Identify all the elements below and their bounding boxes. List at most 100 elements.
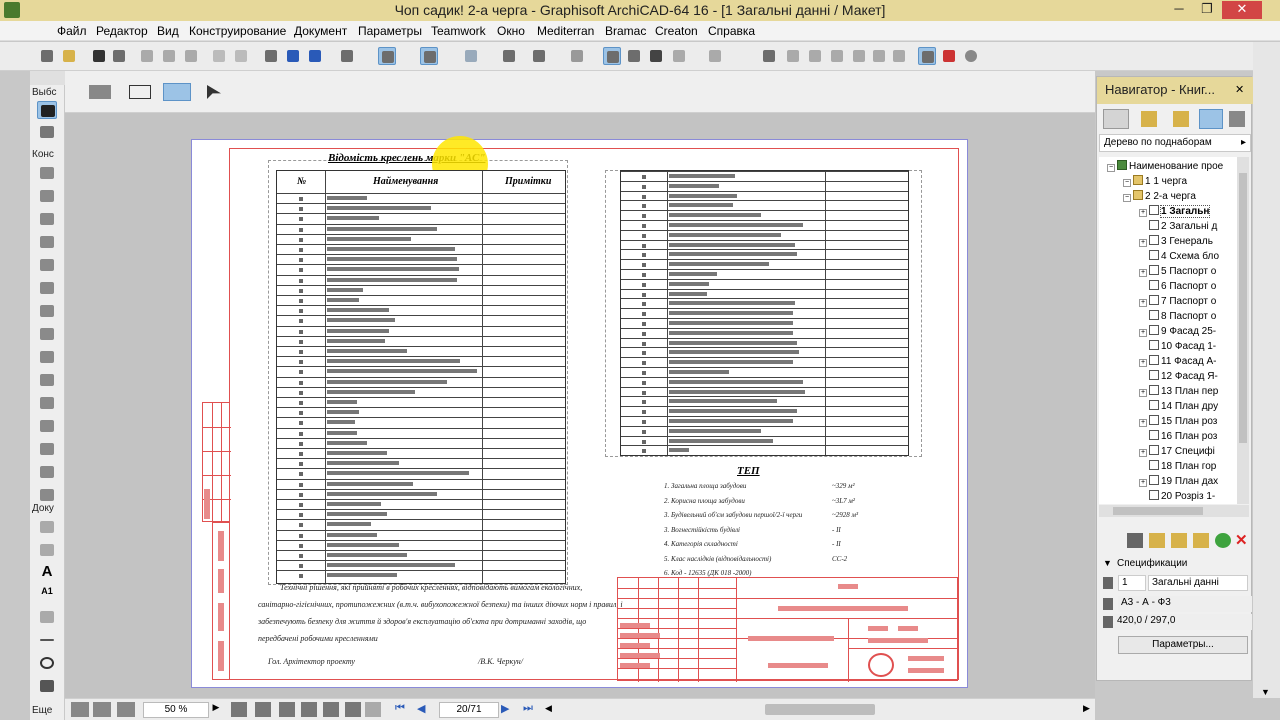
split-icon[interactable]: [706, 47, 724, 65]
expand-toggle-icon[interactable]: −: [1107, 164, 1115, 172]
intersect-icon[interactable]: [784, 47, 802, 65]
layout-item[interactable]: 14 План дру: [1099, 400, 1237, 415]
new-master-icon[interactable]: [1171, 533, 1187, 548]
expand-toggle-icon[interactable]: −: [1123, 194, 1131, 202]
layout-item[interactable]: +15 План роз: [1099, 415, 1237, 430]
table-icon[interactable]: [625, 47, 643, 65]
beam-tool-icon[interactable]: [37, 256, 57, 274]
undo-icon[interactable]: [210, 47, 228, 65]
suspend-groups-icon[interactable]: [918, 47, 936, 65]
layout-mode-icon[interactable]: [603, 47, 621, 65]
previous-page-icon[interactable]: ◀: [417, 702, 433, 717]
skylight-tool-icon[interactable]: [37, 371, 57, 389]
label-tool-icon[interactable]: A1: [37, 586, 57, 604]
scroll-down-icon[interactable]: ▼: [1261, 687, 1270, 697]
close-button[interactable]: ✕: [1222, 1, 1262, 19]
rotated-rect-method-icon[interactable]: [163, 83, 191, 101]
toolbox-more-label[interactable]: Еще: [32, 705, 52, 716]
layout-item[interactable]: +13 План пер: [1099, 385, 1237, 400]
layout-id-field[interactable]: 1: [1118, 575, 1146, 591]
door-tool-icon[interactable]: [37, 233, 57, 251]
layout-item[interactable]: +17 Специфі: [1099, 445, 1237, 460]
marquee-tool-icon[interactable]: [37, 123, 57, 141]
copy-icon[interactable]: [160, 47, 178, 65]
layout-item[interactable]: 18 План гор: [1099, 460, 1237, 475]
layout-book-icon[interactable]: [1173, 111, 1189, 127]
delete-item-icon[interactable]: ✕: [1235, 531, 1251, 549]
specifications-collapse-icon[interactable]: ▼: [1103, 558, 1112, 568]
layout-item[interactable]: 6 Паспорт о: [1099, 280, 1237, 295]
new-file-icon[interactable]: [38, 47, 56, 65]
zoom-in-icon[interactable]: [231, 702, 247, 717]
layout-item[interactable]: 20 Розріз 1-: [1099, 490, 1237, 504]
new-subset-icon[interactable]: [1149, 533, 1165, 548]
minimize-button[interactable]: ─: [1166, 1, 1192, 19]
tree-horizontal-scrollbar[interactable]: [1099, 505, 1249, 517]
rotate-icon[interactable]: [850, 47, 868, 65]
roof-tool-icon[interactable]: [37, 325, 57, 343]
paste-icon[interactable]: [182, 47, 200, 65]
zoom-dropdown-icon[interactable]: ▶: [209, 702, 223, 718]
expand-toggle-icon[interactable]: +: [1139, 419, 1147, 427]
polyline-tool-icon[interactable]: [37, 677, 57, 695]
menu-edit[interactable]: Редактор: [96, 24, 148, 38]
layout-item[interactable]: +7 Паспорт о: [1099, 295, 1237, 310]
fit-in-window-icon[interactable]: [301, 702, 317, 717]
layout-name-field[interactable]: Загальні данні: [1148, 575, 1248, 591]
menu-bramac[interactable]: Bramac: [605, 24, 646, 38]
zoom-out-icon[interactable]: [255, 702, 271, 717]
text-tool-icon[interactable]: A: [37, 563, 57, 581]
project-map-icon[interactable]: [1103, 109, 1129, 129]
main-vertical-scrollbar[interactable]: ▼: [1253, 42, 1280, 698]
magic-wand-icon[interactable]: [338, 47, 356, 65]
fillet-icon[interactable]: [806, 47, 824, 65]
menu-options[interactable]: Параметры: [358, 24, 422, 38]
expand-toggle-icon[interactable]: +: [1139, 329, 1147, 337]
morph-tool-icon[interactable]: [37, 417, 57, 435]
expand-toggle-icon[interactable]: +: [1139, 239, 1147, 247]
open-file-icon[interactable]: [60, 47, 78, 65]
menu-teamwork[interactable]: Teamwork: [431, 24, 486, 38]
view-mode-select[interactable]: Дерево по поднаборам ▸: [1099, 134, 1251, 152]
new-folder-icon[interactable]: [1193, 533, 1209, 548]
grid-snap-icon[interactable]: [420, 47, 438, 65]
guide-lines-icon[interactable]: [500, 47, 518, 65]
menu-view[interactable]: Вид: [157, 24, 179, 38]
expand-toggle-icon[interactable]: +: [1139, 449, 1147, 457]
layout-item[interactable]: +19 План дах: [1099, 475, 1237, 490]
pointer-method-icon[interactable]: [207, 85, 221, 99]
layout-item[interactable]: +11 Фасад А-: [1099, 355, 1237, 370]
pick-up-icon[interactable]: [284, 47, 302, 65]
layer-icon[interactable]: [568, 47, 586, 65]
layout-item[interactable]: +5 Паспорт о: [1099, 265, 1237, 280]
delete-icon[interactable]: [647, 47, 665, 65]
layout-item[interactable]: 12 Фасад Я-: [1099, 370, 1237, 385]
menu-creaton[interactable]: Creaton: [655, 24, 698, 38]
publisher-sets-icon[interactable]: [1199, 109, 1223, 129]
pan-icon[interactable]: [279, 702, 295, 717]
print-icon[interactable]: [110, 47, 128, 65]
find-select-icon[interactable]: [262, 47, 280, 65]
rectangle-method-icon[interactable]: [129, 85, 151, 99]
line-tool-icon[interactable]: [37, 631, 57, 649]
arrow-tool-icon[interactable]: [37, 101, 57, 119]
save-icon[interactable]: [90, 47, 108, 65]
menu-file[interactable]: Файл: [57, 24, 87, 38]
curtain-wall-tool-icon[interactable]: [37, 394, 57, 412]
gravity-icon[interactable]: [378, 47, 396, 65]
redo-icon[interactable]: [232, 47, 250, 65]
layout-item[interactable]: +1 Загальн: [1099, 205, 1237, 220]
organizer-icon[interactable]: [1229, 111, 1245, 127]
window-tool-icon[interactable]: [37, 210, 57, 228]
snap-grid-icon[interactable]: [462, 47, 480, 65]
scroll-right-icon[interactable]: ▶: [1083, 703, 1091, 717]
expand-toggle-icon[interactable]: +: [1139, 209, 1147, 217]
update-icon[interactable]: [1215, 533, 1231, 548]
next-zoom-icon[interactable]: [365, 702, 381, 717]
zoom-level[interactable]: 50 %: [143, 702, 209, 718]
menu-mediterran[interactable]: Mediterran: [537, 24, 594, 38]
menu-window[interactable]: Окно: [497, 24, 525, 38]
fill-tool-icon[interactable]: [37, 608, 57, 626]
horizontal-scrollbar-thumb[interactable]: [765, 704, 875, 715]
scroll-left-icon[interactable]: ◀: [545, 703, 553, 717]
